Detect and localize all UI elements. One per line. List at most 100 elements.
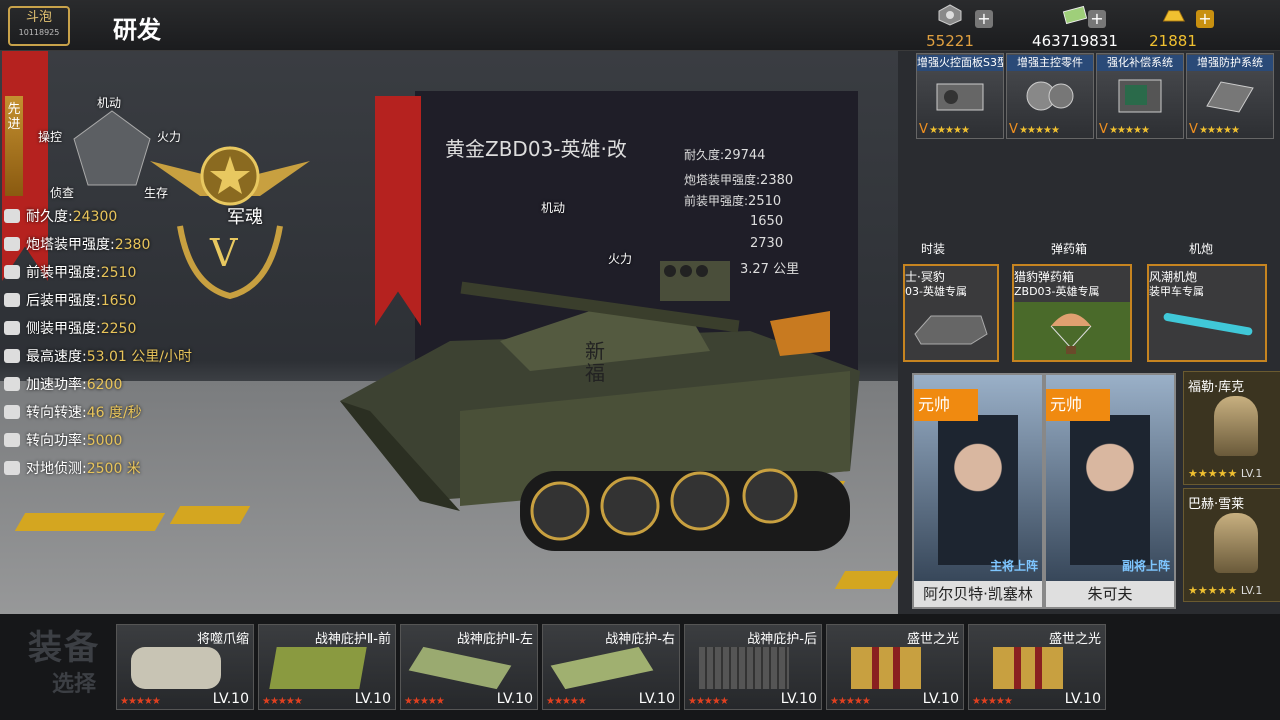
- armor-icon: [4, 237, 20, 251]
- vehicle-radar-label: 火力: [608, 252, 633, 266]
- logo-subtext: 10118925: [18, 28, 60, 37]
- general-name: 阿尔贝特·凯塞林: [914, 581, 1042, 607]
- vehicle-stat: 前装甲强度:2510: [684, 194, 782, 209]
- module-protection[interactable]: 增强防护系统 V ★★★★★: [1186, 53, 1274, 139]
- equipment-part[interactable]: 将噬爪缩 ★★★★★ LV.10: [116, 624, 254, 710]
- game-logo[interactable]: 斗泡 10118925: [8, 6, 70, 46]
- vehicle-stat: 2730: [750, 236, 784, 251]
- equip-ammo-box[interactable]: 猎豹弹药箱 ZBD03-英雄专属: [1012, 264, 1132, 362]
- equipment-part[interactable]: 战神庇护Ⅱ-左 ★★★★★ LV.10: [400, 624, 538, 710]
- stat-turret-armor: 炮塔装甲强度:2380: [4, 234, 150, 254]
- resource-gold: + 21881: [1118, 2, 1228, 50]
- ammo-crate-icon: [993, 647, 1063, 689]
- detection-icon: [4, 461, 20, 475]
- equipment-part[interactable]: 战神庇护-右 ★★★★★ LV.10: [542, 624, 680, 710]
- page-title: 研发: [113, 16, 161, 44]
- stat-front-armor: 前装甲强度:2510: [4, 262, 136, 282]
- general-card-deputy[interactable]: 元帅 副将上阵 朱可夫: [1044, 373, 1176, 609]
- medal-count: 55221: [926, 32, 974, 50]
- stat-turn-power: 转向功率:5000: [4, 430, 122, 450]
- stat-max-speed: 最高速度:53.01 公里/小时: [4, 346, 192, 366]
- add-cash-button[interactable]: +: [1088, 10, 1106, 28]
- side-general-card[interactable]: 福勒·库克 ★★★★★ LV.1: [1183, 371, 1280, 485]
- turn-speed-icon: [4, 405, 20, 419]
- logo-text: 斗泡: [25, 10, 52, 25]
- turn-power-icon: [4, 433, 20, 447]
- general-role: 副将上阵: [1121, 559, 1170, 573]
- vehicle-radar-label: 机动: [541, 201, 566, 215]
- gold-count: 21881: [1149, 32, 1197, 50]
- vehicle-stat: 耐久度:29744: [684, 148, 766, 163]
- select-label[interactable]: 选择: [52, 666, 96, 698]
- stat-rear-armor: 后装甲强度:1650: [4, 290, 136, 310]
- speed-icon: [4, 349, 20, 363]
- module-main-control[interactable]: 增强主控零件 V ★★★★★: [1006, 53, 1094, 139]
- durability-icon: [4, 209, 20, 223]
- ammo-crate-icon: [851, 647, 921, 689]
- tank-skin-icon: [914, 315, 988, 345]
- general-role: 主将上阵: [989, 559, 1038, 573]
- equipment-bar: 装备 选择 将噬爪缩 ★★★★★ LV.10 战神庇护Ⅱ-前 ★★★★★ LV.…: [0, 614, 1280, 720]
- radar-label: 操控: [38, 130, 63, 144]
- right-panel: 增强火控面板S3型 V ★★★★★ 增强主控零件 V ★★★★★ 强化补偿系统 …: [898, 51, 1280, 614]
- top-bar: 斗泡 10118925 研发 + 55221 + 463719831 + 218…: [0, 0, 1280, 51]
- radar-label: 机动: [97, 96, 122, 110]
- cannon-icon: [1163, 313, 1253, 336]
- tank-side-marking: 新福: [585, 339, 605, 385]
- equipment-part[interactable]: 盛世之光 ★★★★★ LV.10: [826, 624, 964, 710]
- gold-bar-icon: [1162, 10, 1185, 22]
- vehicle-name: 黄金ZBD03-英雄·改: [445, 137, 627, 161]
- armor-icon: [4, 293, 20, 307]
- rank-badge: 先进: [5, 96, 23, 196]
- category-skin[interactable]: 时装: [921, 240, 945, 257]
- general-portrait: [1214, 396, 1258, 456]
- side-general-card[interactable]: 巴赫·雪莱 ★★★★★ LV.1: [1183, 488, 1280, 602]
- add-gold-button[interactable]: +: [1196, 10, 1214, 28]
- floor-stripe: [834, 571, 898, 589]
- equipment-part[interactable]: 战神庇护Ⅱ-前 ★★★★★ LV.10: [258, 624, 396, 710]
- armor-plate-icon: [408, 646, 512, 690]
- category-ammo-box[interactable]: 弹药箱: [1051, 240, 1087, 257]
- vehicle-stat: 炮塔装甲强度:2380: [684, 173, 794, 188]
- floor-stripe: [14, 513, 166, 531]
- attribute-radar: [73, 110, 151, 186]
- equip-autocannon[interactable]: 风潮机炮 装甲车专属: [1147, 264, 1267, 362]
- category-autocannon[interactable]: 机炮: [1189, 240, 1213, 257]
- general-rank: 元帅: [1046, 389, 1110, 421]
- stat-side-armor: 侧装甲强度:2250: [4, 318, 136, 338]
- radar-label: 侦查: [50, 186, 75, 200]
- armor-icon: [4, 265, 20, 279]
- armor-plate-icon: [269, 647, 367, 689]
- equip-skin[interactable]: 士·冥豹 03-英雄专属: [903, 264, 999, 362]
- module-fire-control[interactable]: 增强火控面板S3型 V ★★★★★: [916, 53, 1004, 139]
- stat-acceleration: 加速功率:6200: [4, 374, 122, 394]
- module-compensation[interactable]: 强化补偿系统 V ★★★★★: [1096, 53, 1184, 139]
- protection-system-icon: [1206, 81, 1254, 113]
- emblem-label: 军魂: [227, 207, 263, 228]
- gear-parts-icon: [1026, 81, 1074, 111]
- general-portrait: [938, 415, 1018, 565]
- vehicle-stat: 3.27 公里: [740, 262, 800, 277]
- floor-stripe: [169, 506, 251, 524]
- add-medal-button[interactable]: +: [975, 10, 993, 28]
- rear-armor-icon: [699, 647, 789, 689]
- general-name: 朱可夫: [1046, 581, 1174, 607]
- launcher-pod-icon: [131, 647, 221, 689]
- equipment-part[interactable]: 盛世之光 ★★★★★ LV.10: [968, 624, 1106, 710]
- armor-plate-icon: [550, 646, 654, 690]
- radar-screen-icon: [1118, 79, 1162, 113]
- parachute-icon: [1050, 313, 1092, 354]
- general-portrait: [1214, 513, 1258, 573]
- fire-control-icon: [936, 83, 984, 111]
- general-card-main[interactable]: 元帅 主将上阵 阿尔贝特·凯塞林: [912, 373, 1044, 609]
- equipment-part[interactable]: 战神庇护-后 ★★★★★ LV.10: [684, 624, 822, 710]
- acceleration-icon: [4, 377, 20, 391]
- general-portrait: [1070, 415, 1150, 565]
- general-rank: 元帅: [914, 389, 978, 421]
- medal-icon: [938, 4, 962, 26]
- cash-icon: [1062, 5, 1088, 25]
- vehicle-stat: 1650: [750, 214, 784, 229]
- svg-text:V: V: [209, 231, 238, 275]
- stat-durability: 耐久度:24300: [4, 206, 117, 226]
- stat-turn-speed: 转向转速:46 度/秒: [4, 402, 142, 422]
